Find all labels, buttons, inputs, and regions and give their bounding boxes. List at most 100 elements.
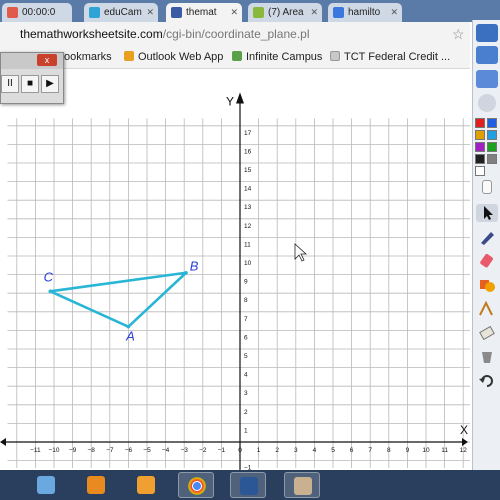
x-tick-label: −9: [69, 447, 77, 454]
bookmarks-bar: ookmarks Outlook Web App Infinite Campus…: [0, 48, 470, 69]
x-tick-label: −11: [30, 447, 41, 454]
y-tick-label: 3: [244, 390, 248, 397]
coordinate-plane-page: Y X −11 −10 −9 −8 −7 −6 −5 −4 −3 −2 −1 0 1 2 3 4 5 6 7 8 9 10 11…: [0, 69, 470, 470]
y-tick-label: 11: [244, 241, 251, 248]
pause-button[interactable]: II: [1, 75, 19, 93]
pen-size-slider[interactable]: [482, 180, 492, 194]
close-icon[interactable]: ✕: [230, 3, 238, 22]
vertex-label: A: [125, 329, 135, 344]
color-swatch[interactable]: [475, 130, 485, 140]
play-button[interactable]: ▶: [41, 75, 59, 93]
leaf-icon: [253, 7, 264, 18]
bookmark-label: Outlook Web App: [138, 51, 224, 63]
x-tick-label: 7: [368, 447, 372, 454]
bookmark-star-icon[interactable]: ☆: [452, 26, 465, 43]
address-bar[interactable]: themathworksheetsite.com/cgi-bin/coordin…: [0, 22, 470, 48]
grid-lines: [7, 118, 470, 469]
bookmark-item[interactable]: ookmarks: [64, 51, 112, 63]
tick-labels: YX−11 −10 −9 −8 −7 −6 −5 −4 −3 −2 −1 0 1 2 3 4 5 6 7 8 9 10 11…: [30, 94, 468, 470]
url-path: /cgi-bin/coordinate_plane.pl: [162, 27, 310, 41]
play-media-icon: [87, 476, 105, 494]
close-icon[interactable]: ✕: [310, 3, 318, 22]
x-tick-label: 5: [331, 447, 335, 454]
x-axis-arrow-icon: [0, 438, 6, 446]
pointer-arrow-icon[interactable]: [476, 204, 498, 222]
vertex-label: C: [44, 269, 54, 284]
y-tick-label: 2: [244, 409, 248, 416]
tab-label: themat: [186, 7, 217, 18]
y-tick-label: 7: [244, 316, 248, 323]
tab-label: eduCam: [104, 7, 142, 18]
color-swatch[interactable]: [487, 130, 497, 140]
y-tick-label: 15: [244, 167, 252, 174]
vertex-label: B: [190, 259, 199, 274]
text-icon[interactable]: [476, 300, 498, 318]
axes: [0, 92, 468, 470]
outlook-icon: [137, 476, 155, 494]
x-tick-label: 6: [350, 447, 354, 454]
y-tick-label: 12: [244, 223, 252, 230]
educam-icon: [89, 7, 100, 18]
triangle: A B C: [44, 259, 199, 344]
taskbar-paint[interactable]: [284, 472, 320, 498]
url-host: themathworksheetsite.com: [20, 27, 163, 41]
record-dot-icon[interactable]: [478, 94, 496, 112]
taskbar: [0, 470, 500, 500]
triangle-vertex: [184, 270, 188, 275]
y-tick-label: 8: [244, 297, 248, 304]
math-site-icon: [171, 7, 182, 18]
stop-button[interactable]: ■: [21, 75, 39, 93]
color-swatch[interactable]: [475, 142, 485, 152]
color-swatch[interactable]: [475, 166, 485, 176]
eraser-icon[interactable]: [476, 324, 498, 342]
bookmark-label: Infinite Campus: [246, 51, 323, 63]
color-swatch[interactable]: [487, 118, 497, 128]
clear-icon[interactable]: [476, 348, 498, 366]
shape-icon[interactable]: [476, 276, 498, 294]
browser-tab-strip: 00:00:0 eduCam ✕ themat ✕ (7) Area ✕ ham…: [0, 0, 500, 22]
close-icon[interactable]: ✕: [390, 3, 398, 22]
color-swatch[interactable]: [475, 118, 485, 128]
tool-window-icon[interactable]: [476, 24, 498, 42]
triangle-vertex: [48, 289, 53, 294]
tab-themat[interactable]: themat ✕: [166, 3, 242, 22]
taskbar-outlook[interactable]: [128, 472, 164, 498]
highlighter-icon[interactable]: [476, 252, 498, 270]
annotation-toolbar: [472, 20, 500, 470]
recorder-close-button[interactable]: x: [37, 54, 57, 66]
tab-educam[interactable]: eduCam ✕: [84, 3, 158, 22]
tool-screen-icon[interactable]: [476, 46, 498, 64]
bookmark-item[interactable]: Infinite Campus: [232, 51, 322, 63]
taskbar-player[interactable]: [78, 472, 114, 498]
url-text[interactable]: themathworksheetsite.com/cgi-bin/coordin…: [20, 27, 310, 41]
pen-icon[interactable]: [476, 228, 498, 246]
bookmark-item[interactable]: TCT Federal Credit ...: [330, 51, 450, 63]
close-icon[interactable]: ✕: [146, 3, 154, 22]
tab-label: (7) Area: [268, 7, 304, 18]
x-axis-label: X: [460, 423, 468, 437]
tab-area[interactable]: (7) Area ✕: [248, 3, 322, 22]
coordinate-plane[interactable]: YX−11 −10 −9 −8 −7 −6 −5 −4 −3 −2 −1 0 1 2 3 4 5 6 7 8 9 10 11…: [0, 69, 470, 470]
tab-hamilton[interactable]: hamilto ✕: [328, 3, 402, 22]
screen-recorder-widget[interactable]: x II ■ ▶: [0, 52, 64, 104]
tab-timer[interactable]: 00:00:0: [2, 3, 72, 22]
undo-icon[interactable]: [476, 372, 498, 390]
x-tick-label: 9: [406, 447, 410, 454]
x-tick-label: −6: [125, 447, 133, 454]
x-tick-label: −1: [218, 447, 226, 454]
color-swatch[interactable]: [487, 142, 497, 152]
taskbar-chrome[interactable]: [178, 472, 214, 498]
outlook-icon: [124, 51, 134, 61]
x-tick-label: −2: [199, 447, 207, 454]
y-tick-label: 10: [244, 260, 252, 267]
bookmark-item[interactable]: Outlook Web App: [124, 51, 223, 63]
word-icon: [240, 477, 258, 495]
y-tick-label: 14: [244, 186, 252, 193]
tool-camera-icon[interactable]: [476, 70, 498, 88]
color-swatch[interactable]: [487, 154, 497, 164]
taskbar-media-player[interactable]: [28, 472, 64, 498]
taskbar-word[interactable]: [230, 472, 266, 498]
y-tick-label: 4: [244, 372, 248, 379]
color-swatch[interactable]: [475, 154, 485, 164]
bookmark-label: ookmarks: [64, 51, 112, 63]
